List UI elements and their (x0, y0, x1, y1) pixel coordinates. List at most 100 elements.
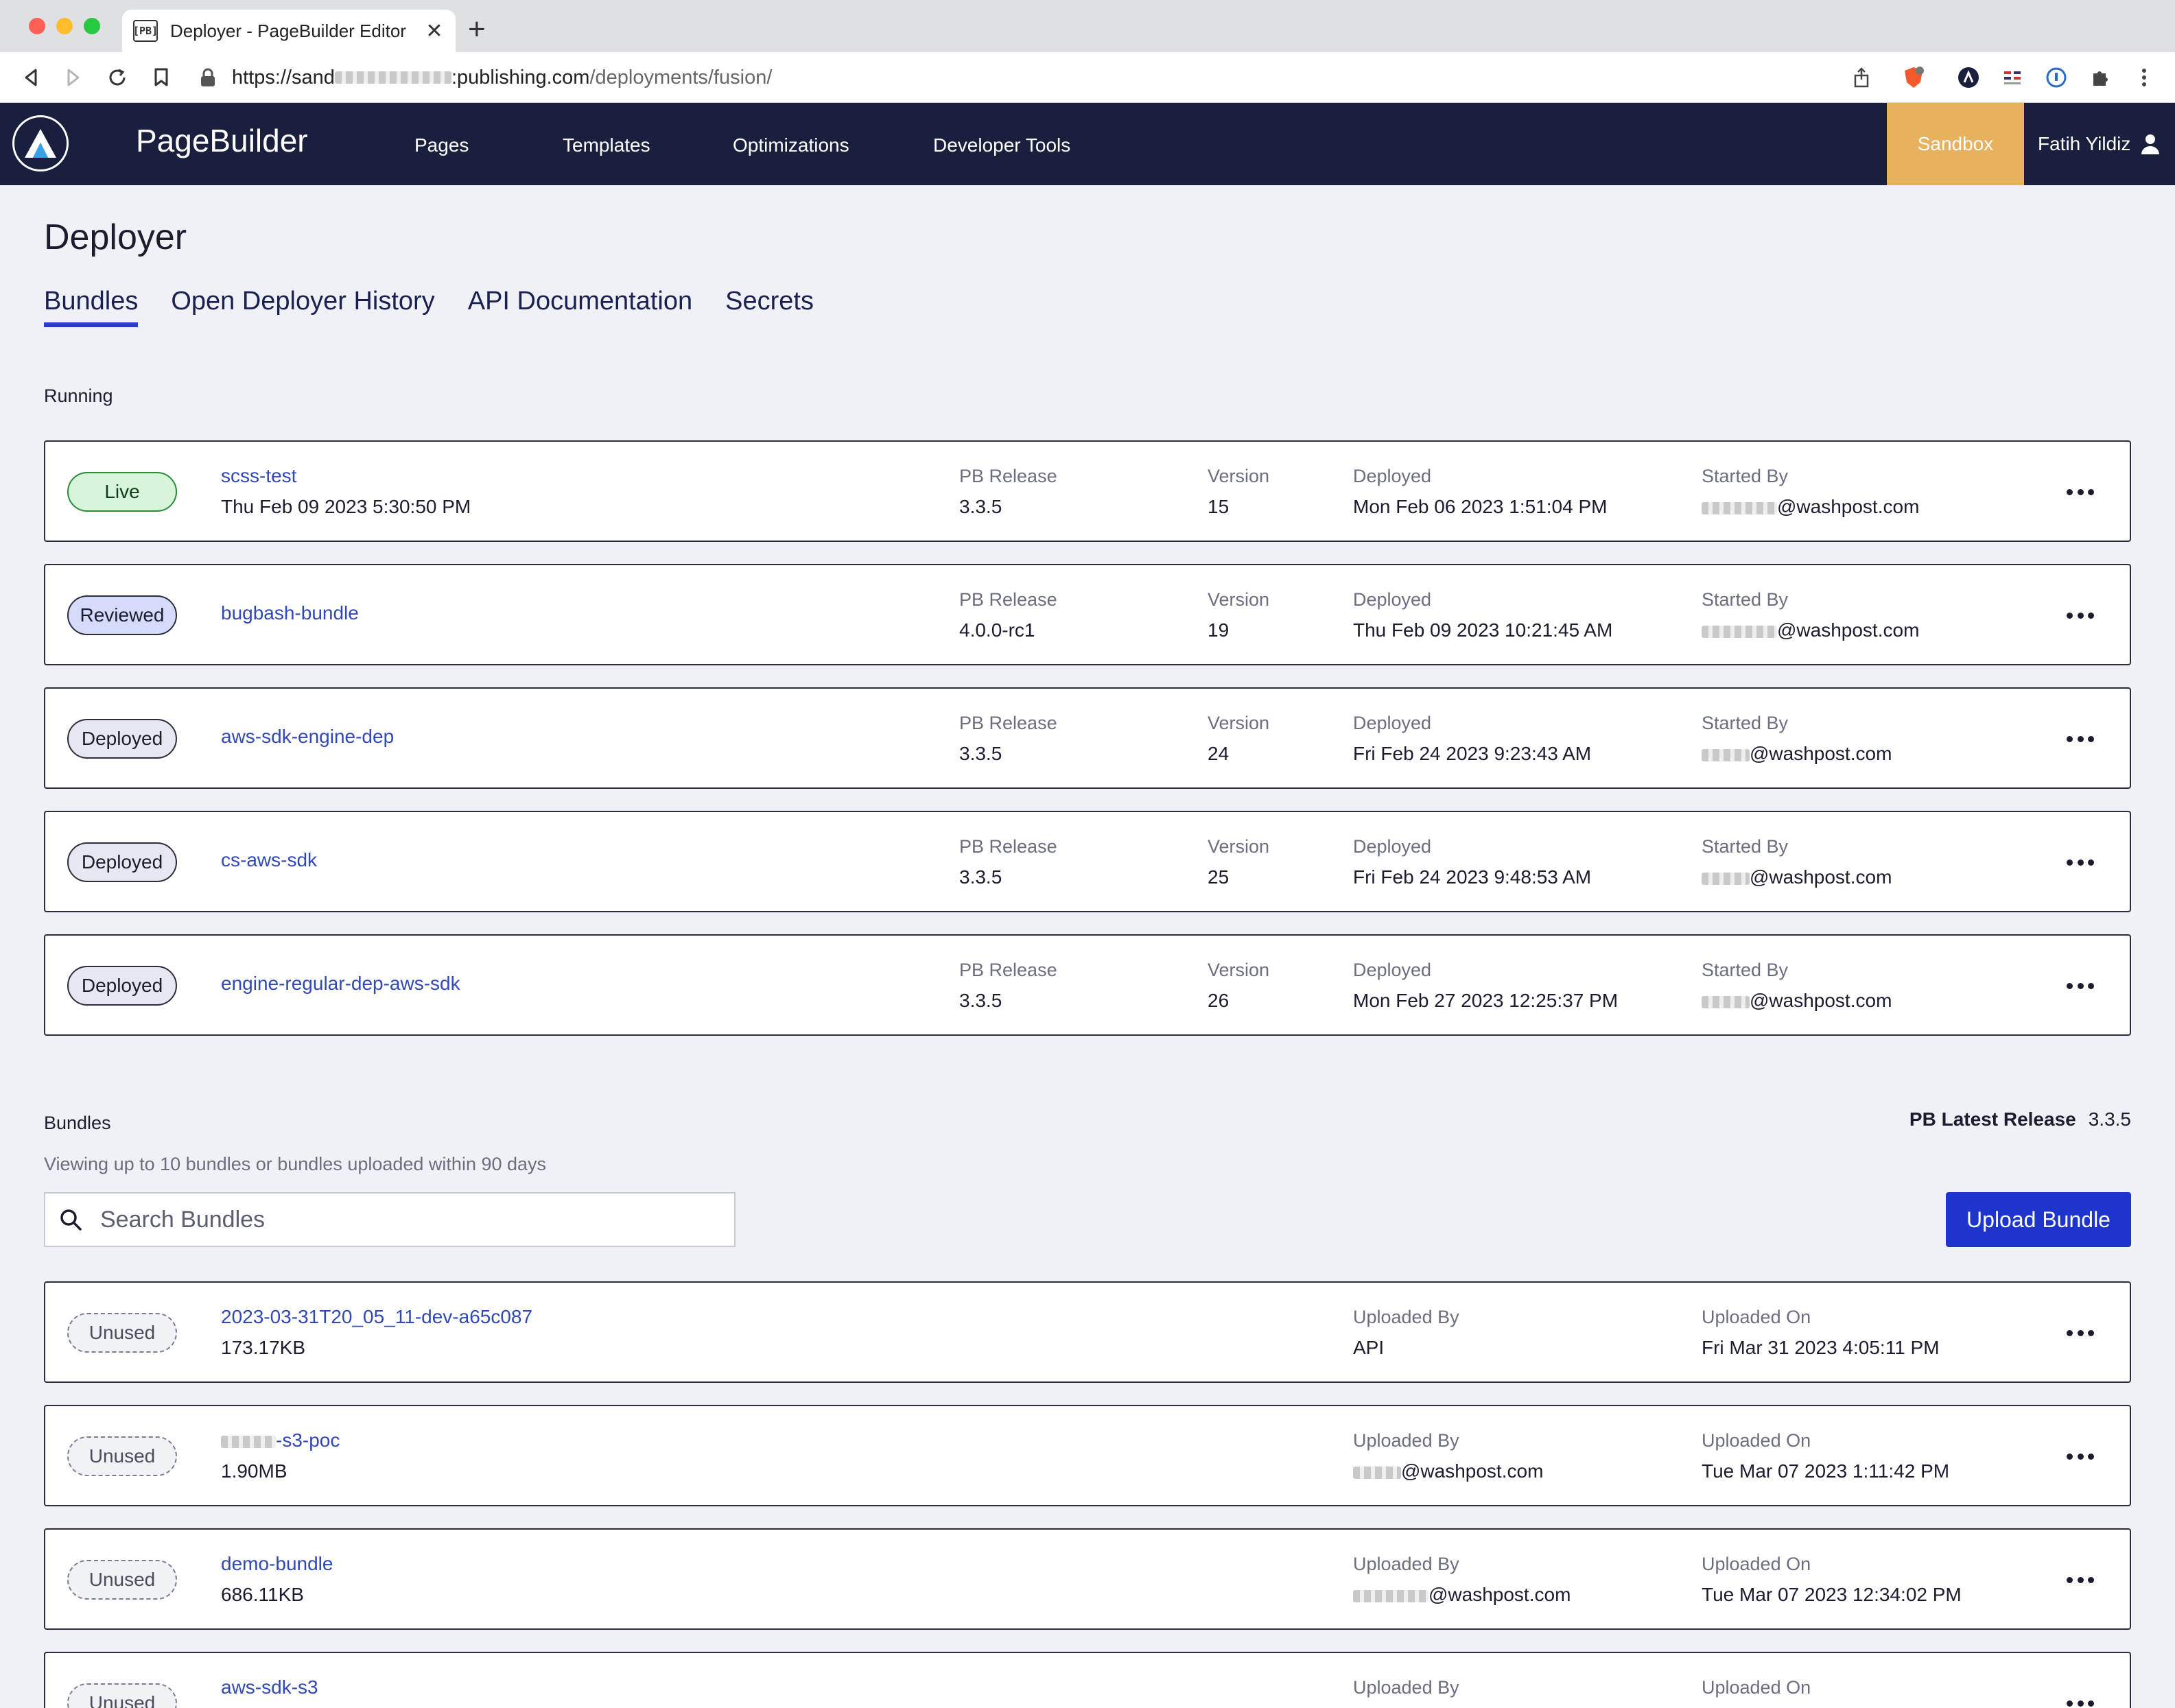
version-label: Version (1208, 836, 1270, 857)
status-badge: Unused (67, 1436, 177, 1476)
more-actions-icon[interactable] (2067, 728, 2094, 749)
more-actions-icon[interactable] (2067, 852, 2094, 873)
bundle-name-link[interactable]: 2023-03-31T20_05_11-dev-a65c087 (221, 1306, 532, 1328)
more-actions-icon[interactable] (2067, 605, 2094, 626)
pagebuilder-favicon-icon: [PB] (133, 20, 158, 42)
brave-shield-icon[interactable] (1902, 66, 1925, 89)
address-bar[interactable]: https://sand :publishing.com /deployment… (199, 60, 1859, 95)
deployed-label: Deployed (1353, 836, 1432, 857)
window-close-button[interactable] (29, 18, 45, 34)
status-badge: Deployed (67, 719, 177, 759)
more-actions-icon[interactable] (2067, 975, 2094, 996)
pb-release-value: 3.3.5 (959, 990, 1002, 1011)
password-manager-icon[interactable] (2045, 66, 2068, 89)
search-bundles (44, 1192, 736, 1247)
uploaded-on-label: Uploaded On (1702, 1430, 1811, 1451)
more-actions-icon[interactable] (2067, 482, 2094, 502)
url-path: /deployments/fusion/ (589, 66, 773, 88)
uploaded-on-value: Tue Mar 07 2023 1:11:42 PM (1702, 1460, 1950, 1482)
bundle-name-link[interactable]: aws-sdk-engine-dep (221, 726, 394, 748)
bundle-name-link[interactable]: demo-bundle (221, 1553, 333, 1575)
deployed-label: Deployed (1353, 589, 1432, 610)
nav-pages[interactable]: Pages (414, 134, 469, 156)
tab-close-icon[interactable]: ✕ (424, 19, 445, 43)
status-badge: Deployed (67, 966, 177, 1006)
deployed-value: Mon Feb 06 2023 1:51:04 PM (1353, 496, 1608, 517)
window-zoom-button[interactable] (84, 18, 100, 34)
status-badge: Reviewed (67, 595, 177, 635)
redacted-text (1353, 1466, 1401, 1479)
pb-latest-release: PB Latest Release 3.3.5 (1909, 1108, 2131, 1130)
uploaded-by-value: @washpost.com (1429, 1584, 1571, 1605)
pb-release-label: PB Release (959, 836, 1057, 857)
new-tab-icon[interactable]: + (468, 12, 486, 47)
uploaded-on-label: Uploaded On (1702, 1554, 1811, 1574)
share-icon[interactable] (1850, 66, 1873, 89)
upload-bundle-button[interactable]: Upload Bundle (1946, 1192, 2131, 1247)
more-actions-icon[interactable] (2067, 1322, 2094, 1343)
user-menu[interactable]: Fatih Yildiz (2038, 103, 2161, 185)
bundle-row: Unused 2023-03-31T20_05_11-dev-a65c087 1… (44, 1281, 2131, 1383)
nav-optimizations[interactable]: Optimizations (733, 134, 849, 156)
bundle-name-link[interactable]: scss-test (221, 465, 471, 487)
page-title: Deployer (44, 217, 187, 257)
forward-icon[interactable] (60, 64, 86, 91)
nav-developer-tools[interactable]: Developer Tools (933, 134, 1070, 156)
browser-tab[interactable]: [PB] Deployer - PageBuilder Editor ✕ (122, 10, 456, 52)
tab-bundles[interactable]: Bundles (44, 287, 139, 327)
uploaded-by-value: @washpost.com (1401, 1460, 1544, 1482)
more-actions-icon[interactable] (2067, 1693, 2094, 1708)
back-icon[interactable] (18, 64, 44, 91)
search-input[interactable] (100, 1206, 704, 1233)
tab-open-deployer-history[interactable]: Open Deployer History (171, 287, 434, 326)
bundle-name-link[interactable]: aws-sdk-s3 (221, 1676, 318, 1698)
started-by-value: @washpost.com (1750, 743, 1892, 764)
nav-templates[interactable]: Templates (563, 134, 650, 156)
browser-tab-title: Deployer - PageBuilder Editor (170, 20, 406, 41)
running-bundle-row: Deployed cs-aws-sdk PB Release 3.3.5 Ver… (44, 811, 2131, 912)
bundle-name-link[interactable]: bugbash-bundle (221, 602, 359, 624)
started-by-label: Started By (1702, 466, 1789, 486)
pb-release-value: 3.3.5 (959, 743, 1002, 764)
arc-extension-icon[interactable] (1957, 66, 1980, 89)
uploaded-by-label: Uploaded By (1353, 1430, 1459, 1451)
bundle-size: 686.11KB (221, 1584, 304, 1605)
bookmark-icon[interactable] (148, 64, 174, 91)
bundle-row: Unused aws-sdk-s3 Uploaded By Uploaded O… (44, 1652, 2131, 1708)
pb-release-value: 4.0.0-rc1 (959, 619, 1035, 641)
reload-icon[interactable] (104, 64, 130, 91)
running-bundle-row: Reviewed bugbash-bundle PB Release 4.0.0… (44, 564, 2131, 665)
started-by-value: @washpost.com (1777, 619, 1920, 641)
bundle-row: Unused -s3-poc 1.90MB Uploaded By @washp… (44, 1405, 2131, 1506)
tab-secrets[interactable]: Secrets (725, 287, 814, 326)
tab-api-documentation[interactable]: API Documentation (468, 287, 692, 326)
redacted-text (1702, 501, 1777, 514)
environment-button[interactable]: Sandbox (1887, 103, 2024, 185)
bundle-name-link[interactable]: engine-regular-dep-aws-sdk (221, 973, 460, 995)
bundles-section-label: Bundles (44, 1113, 111, 1133)
deployed-label: Deployed (1353, 466, 1432, 486)
deployed-value: Thu Feb 09 2023 10:21:45 AM (1353, 619, 1613, 641)
pb-release-label: PB Release (959, 466, 1057, 486)
running-section-label: Running (44, 386, 113, 406)
deployed-value: Mon Feb 27 2023 12:25:37 PM (1353, 990, 1619, 1011)
arc-logo-icon[interactable] (12, 115, 69, 171)
bundle-name-link[interactable]: -s3-poc (276, 1430, 340, 1451)
translate-extension-icon[interactable] (2001, 66, 2024, 89)
redacted-text (1702, 995, 1750, 1008)
pb-release-label: PB Release (959, 960, 1057, 980)
bundle-name-link[interactable]: cs-aws-sdk (221, 849, 317, 871)
bundle-date: Thu Feb 09 2023 5:30:50 PM (221, 496, 471, 517)
started-by-value: @washpost.com (1777, 496, 1920, 517)
version-value: 25 (1208, 866, 1230, 888)
deployed-value: Fri Feb 24 2023 9:48:53 AM (1353, 866, 1592, 888)
extensions-puzzle-icon[interactable] (2089, 66, 2112, 89)
redacted-text (1702, 872, 1750, 885)
window-minimize-button[interactable] (56, 18, 73, 34)
browser-menu-icon[interactable] (2132, 66, 2156, 89)
more-actions-icon[interactable] (2067, 1569, 2094, 1590)
more-actions-icon[interactable] (2067, 1446, 2094, 1467)
running-bundle-row: Deployed engine-regular-dep-aws-sdk PB R… (44, 934, 2131, 1036)
redacted-text (1702, 748, 1750, 761)
status-badge: Unused (67, 1313, 177, 1353)
